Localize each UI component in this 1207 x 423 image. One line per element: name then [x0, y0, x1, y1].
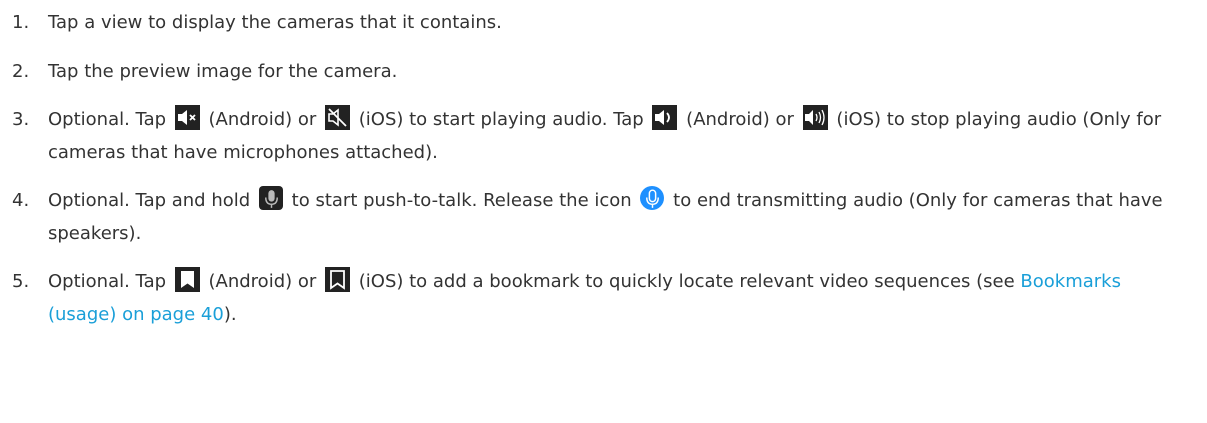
step-text: to start push-to-talk. Release the icon — [291, 190, 632, 211]
step-text: (Android) or — [208, 109, 317, 130]
step-number: 3. — [12, 109, 30, 130]
step-text: (Android) or — [686, 109, 794, 130]
step-3: 3. Optional. Tap (Android) or (iOS) to s… — [0, 103, 1190, 169]
step-5: 5. Optional. Tap (Android) or (iOS) to a… — [0, 265, 1190, 331]
step-text: (iOS) to add a bookmark to quickly locat… — [358, 271, 1015, 292]
step-1: 1. Tap a view to display the cameras tha… — [0, 6, 1190, 39]
step-text: Optional. Tap and hold — [48, 190, 251, 211]
step-number: 2. — [12, 61, 30, 82]
step-number: 4. — [12, 190, 30, 211]
speaker-muted-ios-icon — [325, 104, 351, 130]
step-text: Optional. Tap — [48, 109, 167, 130]
microphone-active-icon — [640, 186, 665, 210]
speaker-on-ios-icon — [802, 104, 828, 130]
step-2: 2. Tap the preview image for the camera. — [0, 55, 1190, 88]
step-4: 4. Optional. Tap and hold to start push-… — [0, 184, 1190, 250]
speaker-on-android-icon — [652, 104, 678, 130]
step-number: 5. — [12, 271, 30, 292]
instructions-document: 1. Tap a view to display the cameras tha… — [0, 0, 1207, 423]
step-text: Tap a view to display the cameras that i… — [48, 12, 502, 33]
speaker-muted-android-icon — [174, 104, 200, 130]
microphone-icon — [258, 186, 283, 210]
step-text: Optional. Tap — [48, 271, 167, 292]
bookmark-ios-icon — [325, 266, 351, 292]
step-text: (Android) or — [208, 271, 317, 292]
step-text: ). — [223, 304, 237, 325]
step-text: (iOS) to start playing audio. Tap — [358, 109, 644, 130]
step-number: 1. — [12, 12, 30, 33]
bookmark-android-icon — [174, 266, 200, 292]
step-text: Tap the preview image for the camera. — [48, 61, 398, 82]
